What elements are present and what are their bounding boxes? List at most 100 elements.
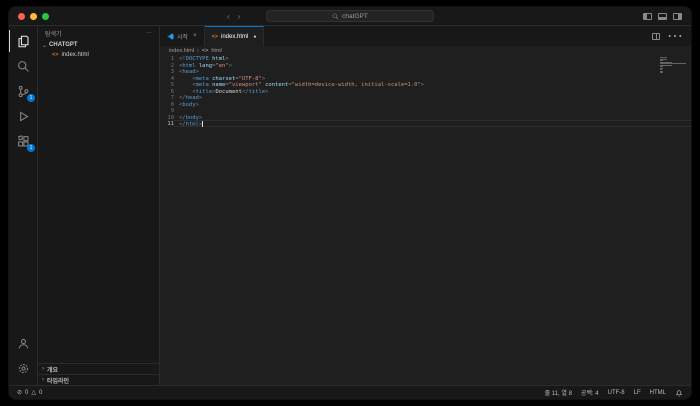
file-name: index.html — [61, 52, 88, 58]
search-icon — [332, 13, 339, 20]
account-icon[interactable] — [9, 332, 37, 354]
status-right: 줄 11, 열 8 공백: 4 UTF-8 LF HTML — [545, 388, 683, 397]
file-list: <>index.html — [38, 50, 159, 60]
code-token: </ — [179, 115, 186, 121]
editor-group: 시작 × <> index.html ● ⋯ index.html › <> h… — [160, 26, 691, 385]
code-token: body — [186, 115, 199, 121]
code-token — [179, 76, 192, 82]
tab-bar: 시작 × <> index.html ● ⋯ — [160, 26, 691, 46]
tab-welcome[interactable]: 시작 × — [160, 26, 205, 46]
status-item[interactable]: LF — [634, 390, 641, 396]
tab-index-label: index.html — [221, 34, 248, 40]
code-token: </ — [242, 89, 249, 95]
status-item[interactable]: 공백: 4 — [581, 388, 599, 397]
code-token: lang — [199, 63, 212, 69]
vscode-logo-icon — [167, 33, 174, 40]
traffic-lights — [18, 13, 49, 20]
editor-more-actions-icon[interactable]: ⋯ — [667, 26, 683, 46]
code-token: > — [196, 69, 199, 75]
code-token: </ — [179, 122, 186, 128]
html-file-icon: <> — [52, 52, 58, 58]
outline-section[interactable]: › 개요 — [38, 363, 159, 374]
minimap[interactable] — [660, 57, 688, 74]
code-lines: <!DOCTYPE html><html lang="en"><head> <m… — [174, 56, 691, 385]
warning-icon[interactable]: △ — [31, 389, 36, 396]
code-line[interactable]: </html> — [174, 120, 691, 127]
status-item[interactable]: UTF-8 — [608, 390, 625, 396]
close-window-button[interactable] — [18, 13, 25, 20]
workspace-title: chatGPT — [342, 13, 368, 20]
code-token: charset — [212, 76, 235, 82]
code-token: html — [186, 122, 199, 128]
explorer-sidebar: 탐색기 ··· ⌄ CHATGPT <>index.html › 개요 › 타임… — [38, 26, 160, 385]
forward-arrow-icon[interactable]: › — [238, 12, 241, 21]
code-token: title — [196, 89, 213, 95]
tab-close-icon[interactable]: × — [193, 33, 197, 39]
code-token: > — [196, 102, 199, 108]
status-item[interactable]: HTML — [650, 390, 666, 396]
line-number[interactable]: 11 — [160, 121, 174, 128]
breadcrumb-file[interactable]: index.html — [169, 48, 194, 54]
status-item[interactable]: 줄 11, 열 8 — [545, 388, 572, 397]
code-token — [179, 108, 192, 114]
run-debug-icon[interactable] — [9, 105, 37, 127]
command-center-search[interactable]: chatGPT — [266, 10, 434, 22]
root-folder-row[interactable]: ⌄ CHATGPT — [38, 40, 159, 50]
maximize-window-button[interactable] — [42, 13, 49, 20]
timeline-section[interactable]: › 타임라인 — [38, 374, 159, 385]
code-token: > — [421, 82, 424, 88]
toggle-secondary-sidebar-icon[interactable] — [673, 13, 682, 20]
html-file-icon: <> — [212, 34, 218, 40]
code-token: name — [212, 82, 225, 88]
code-token: "en" — [215, 63, 228, 69]
warning-count[interactable]: 0 — [39, 390, 42, 396]
split-editor-icon[interactable] — [652, 33, 660, 40]
text-cursor — [202, 121, 203, 127]
outline-label: 개요 — [47, 365, 58, 374]
breadcrumb-symbol[interactable]: html — [211, 48, 221, 54]
minimize-window-button[interactable] — [30, 13, 37, 20]
error-icon[interactable]: ⊘ — [17, 389, 22, 396]
error-count[interactable]: 0 — [25, 390, 28, 396]
back-arrow-icon[interactable]: ‹ — [227, 12, 230, 21]
notifications-bell-icon[interactable] — [675, 389, 683, 397]
root-folder-label: CHATGPT — [49, 42, 78, 48]
code-token: body — [182, 102, 195, 108]
code-token: Document — [215, 89, 242, 95]
code-token: > — [265, 89, 268, 95]
code-token — [179, 89, 192, 95]
tab-welcome-label: 시작 — [177, 32, 188, 41]
chevron-right-icon: › — [197, 48, 199, 54]
code-token: > — [262, 76, 265, 82]
search-sidebar-icon[interactable] — [9, 55, 37, 77]
explorer-icon[interactable] — [9, 30, 37, 52]
code-token: > — [199, 115, 202, 121]
toggle-panel-icon[interactable] — [658, 13, 667, 20]
code-token: </ — [179, 95, 186, 101]
tab-index-html[interactable]: <> index.html ● — [205, 26, 265, 46]
code-token: <! — [179, 56, 186, 62]
title-bar: ‹ › chatGPT — [9, 7, 691, 26]
source-control-badge: 1 — [27, 94, 35, 102]
code-token: title — [249, 89, 266, 95]
code-token: > — [199, 95, 202, 101]
toggle-sidebar-icon[interactable] — [643, 13, 652, 20]
chevron-right-icon: › — [42, 377, 44, 383]
code-token: > — [225, 56, 228, 62]
extensions-badge: 1 — [27, 144, 35, 152]
code-token: "UTF-8" — [239, 76, 262, 82]
code-token: "width=device-width, initial-scale=1.0" — [292, 82, 421, 88]
status-bar: ⊘ 0 △ 0 줄 11, 열 8 공백: 4 UTF-8 LF HTML — [9, 385, 691, 399]
settings-gear-icon[interactable] — [9, 357, 37, 379]
sidebar-more-actions-icon[interactable]: ··· — [146, 30, 152, 36]
code-token: html — [212, 56, 225, 62]
activity-bar: 1 1 — [9, 26, 38, 385]
code-editor[interactable]: 1234567891011 <!DOCTYPE html><html lang=… — [160, 55, 691, 385]
code-token: > — [229, 63, 232, 69]
gutter: 1234567891011 — [160, 56, 174, 385]
chevron-down-icon: ⌄ — [42, 42, 47, 49]
file-row[interactable]: <>index.html — [38, 50, 159, 60]
source-control-icon[interactable]: 1 — [9, 80, 37, 102]
extensions-icon[interactable]: 1 — [9, 130, 37, 152]
code-token: content — [265, 82, 288, 88]
